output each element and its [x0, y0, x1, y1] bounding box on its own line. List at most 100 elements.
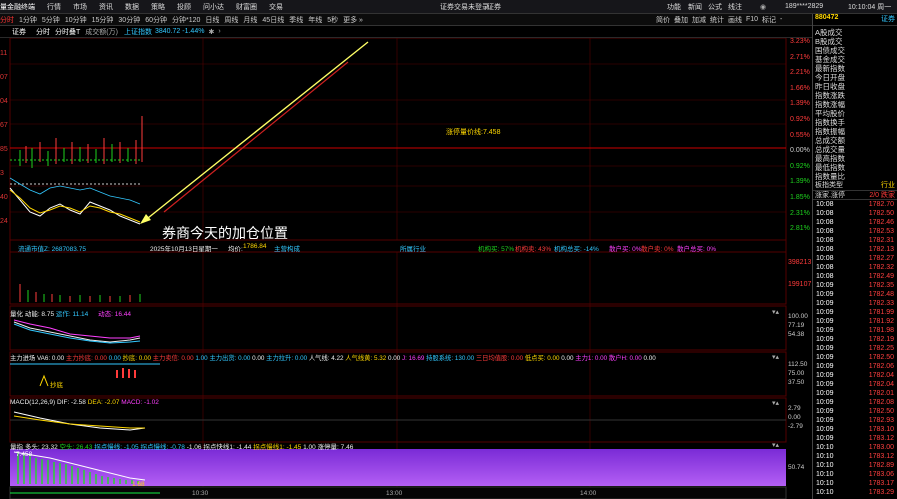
tab-weekly[interactable]: 周线 [224, 15, 238, 25]
tick-time: 10:09 [816, 408, 834, 415]
index-value: 3840.72 [154, 28, 181, 35]
tick-time: 10:09 [816, 435, 834, 442]
tick-time: 10:08 [816, 237, 834, 244]
app-logo[interactable]: 量金融终端 [0, 2, 35, 12]
red-trend-line [163, 61, 349, 213]
avg-price-line [9, 189, 141, 223]
tab-monthly[interactable]: 月线 [243, 15, 257, 25]
panel-scroll-icon[interactable]: ▾▴ [772, 399, 779, 407]
panel-scroll-icon[interactable]: ▾▴ [772, 308, 779, 316]
mode-label: 分时 [36, 28, 50, 36]
tool-mark[interactable]: 标记 [762, 15, 776, 25]
ticks-header-left: 涨家.涨停 [815, 192, 845, 199]
panel-scroll-icon[interactable]: ▾▴ [772, 353, 779, 361]
tool-adjust[interactable]: 加减 [692, 15, 706, 25]
tick-price: 1781.98 [868, 327, 894, 334]
stat-label: 指数振幅 [815, 127, 845, 136]
market-value-label: 流通市值Z: [18, 246, 50, 253]
chart-area[interactable]: 涨停量价线:7.458 券商今天的加仓位置 抄底 7.458 1.68 10:3… [0, 38, 812, 499]
tick-time: 10:09 [816, 282, 834, 289]
menu-item-market[interactable]: 市场 [73, 2, 87, 12]
tick-price: 1783.17 [868, 480, 894, 487]
tool-draw[interactable]: 画线 [728, 15, 742, 25]
tab-quarterly[interactable]: 季线 [289, 15, 303, 25]
menu-item-advisor[interactable]: 投顾 [177, 2, 191, 12]
tab-more[interactable]: 更多 » [343, 15, 363, 25]
panel1-tick: 54.38 [788, 331, 805, 338]
menu-item-quotes[interactable]: 行情 [47, 2, 61, 12]
tab-intraday[interactable]: 分时 [0, 15, 14, 25]
tab-5min[interactable]: 5分钟 [42, 15, 60, 25]
tick-time: 10:09 [816, 291, 834, 298]
menu-function[interactable]: 功能 [667, 2, 681, 12]
panel1-title: 量化 [10, 311, 23, 318]
panel2-item: 主力卖信: 0.00 [152, 355, 194, 362]
tick-row: 10:10 1783.17 [813, 479, 897, 488]
status-text: 流通市值Z: 2687083.75 [18, 243, 86, 253]
settings-icon[interactable]: ✱ [208, 28, 214, 36]
panel-scroll-icon[interactable]: ▾▴ [772, 441, 779, 449]
stat-label: 基金成交 [815, 55, 845, 64]
security-tag: 证券 [487, 3, 501, 11]
tick-row: 10:08 1782.46 [813, 218, 897, 227]
overlay-label: 分时叠T [55, 28, 81, 36]
tab-45day[interactable]: 45日线 [262, 15, 284, 25]
left-tick: 40 [0, 194, 8, 201]
price-line [9, 187, 141, 225]
tab-5sec[interactable]: 5秒 [327, 15, 338, 25]
more-icon[interactable]: › [218, 28, 220, 35]
security-title: 证券 [881, 16, 895, 23]
main-business[interactable]: 主营构成 [274, 243, 300, 253]
security-name: 证券 [12, 28, 26, 36]
tick-row: 10:09 1782.04 [813, 380, 897, 389]
tab-10min[interactable]: 10分钟 [65, 15, 87, 25]
panel2-item: 0.00 [387, 355, 401, 362]
tick-time: 10:10 [816, 444, 834, 451]
tab-15min[interactable]: 15分钟 [92, 15, 114, 25]
tick-time: 10:09 [816, 390, 834, 397]
tick-row: 10:09 1782.19 [813, 335, 897, 344]
menu-item-wealth[interactable]: 财富圈 [236, 2, 257, 12]
menu-item-strategy[interactable]: 策略 [151, 2, 165, 12]
menu-news[interactable]: 新闻 [688, 2, 702, 12]
panel3-legend: MACD(12,26,9) DIF: -2.58 DEA: -2.07 MACD… [10, 399, 159, 406]
menu-item-ask[interactable]: 问小达 [203, 2, 224, 12]
menu-item-trade[interactable]: 交易 [269, 2, 283, 12]
tab-yearly[interactable]: 年线 [308, 15, 322, 25]
phone-number[interactable]: 189****2829 [785, 3, 823, 10]
main-panel-frame [9, 38, 787, 241]
panel2-bars [116, 368, 136, 378]
tool-overlay[interactable]: 叠加 [674, 15, 688, 25]
user-icon[interactable]: ◉ [760, 3, 766, 11]
panel2-item: 三日均值股: 0.00 [475, 355, 524, 362]
panel2-item: 0.00 [643, 355, 656, 362]
tool-minimize[interactable]: - [780, 16, 782, 23]
tick-row: 10:10 1783.12 [813, 452, 897, 461]
tick-row: 10:09 1781.92 [813, 317, 897, 326]
tab-60min[interactable]: 60分钟 [145, 15, 167, 25]
menu-item-news[interactable]: 资讯 [99, 2, 113, 12]
tick-time: 10:09 [816, 399, 834, 406]
tab-daily[interactable]: 日线 [205, 15, 219, 25]
tick-row: 10:10 1783.00 [813, 443, 897, 452]
menu-formula[interactable]: 公式 [708, 2, 722, 12]
tab-30min[interactable]: 30分钟 [118, 15, 140, 25]
trade-login-alert[interactable]: 证券交易未登录 [440, 2, 489, 12]
menu-linenote[interactable]: 线注 [728, 2, 742, 12]
price-tick: 2.71% [790, 53, 810, 61]
panel2-item: 散户H: 0.00 [608, 355, 642, 362]
tick-price: 1782.35 [868, 282, 894, 289]
tool-price[interactable]: 简价 [656, 15, 670, 25]
time-label-3: 14:00 [580, 490, 597, 497]
price-tick: 1.39% [790, 178, 810, 186]
industry-label[interactable]: 所属行业 [400, 243, 426, 253]
macd-value: MACD: -1.02 [121, 399, 159, 406]
tab-1min[interactable]: 1分钟 [19, 15, 37, 25]
panel1-axis: 100.00 77.19 54.38 [788, 312, 808, 339]
tool-stats[interactable]: 统计 [710, 15, 724, 25]
tool-f10[interactable]: F10 [746, 16, 758, 23]
tab-120min[interactable]: 分钟*120 [172, 15, 200, 25]
tick-list[interactable]: 10:08 1782.70 10:08 1782.50 10:08 1782.46 10:0… [813, 200, 897, 497]
volume-panel [9, 251, 787, 305]
menu-item-data[interactable]: 数据 [125, 2, 139, 12]
